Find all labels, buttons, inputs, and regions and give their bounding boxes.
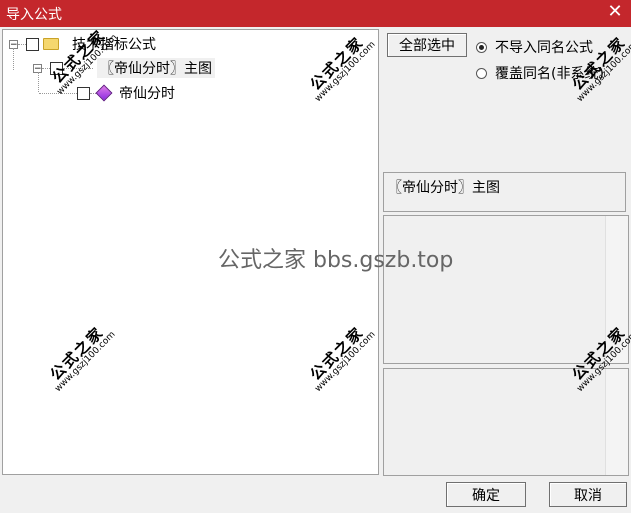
formula-description-box[interactable] <box>383 215 629 364</box>
formula-name-text: 〖帝仙分时〗主图 <box>388 180 500 196</box>
window-title: 导入公式 <box>6 7 62 23</box>
folder-icon <box>43 38 59 50</box>
root-checkbox[interactable] <box>26 37 39 51</box>
scrollbar[interactable] <box>605 369 628 475</box>
radio-skip-same-name[interactable]: 不导入同名公式 <box>476 37 593 57</box>
radio-unselected-icon[interactable] <box>476 67 487 79</box>
tree-connector <box>42 67 50 69</box>
close-icon[interactable]: ✕ <box>605 2 625 22</box>
radio-skip-label: 不导入同名公式 <box>495 40 593 56</box>
formula-gem-icon <box>95 84 113 102</box>
leaf-checkbox[interactable] <box>77 86 90 100</box>
tree-connector <box>18 43 26 45</box>
cancel-button[interactable]: 取消 <box>549 482 627 507</box>
tree-leaf-label: 帝仙分时 <box>119 86 175 102</box>
tree-connector <box>13 48 14 70</box>
select-all-button[interactable]: 全部选中 <box>387 33 467 57</box>
formula-name-box: 〖帝仙分时〗主图 <box>383 172 626 212</box>
ok-button[interactable]: 确定 <box>446 482 526 507</box>
title-bar: 导入公式 ✕ <box>0 0 631 27</box>
tree-child-label: 〖帝仙分时〗主图 <box>97 58 215 78</box>
radio-selected-icon[interactable] <box>476 41 487 53</box>
watermark-text: 公式之家 bbs.gszb.top <box>218 248 454 273</box>
